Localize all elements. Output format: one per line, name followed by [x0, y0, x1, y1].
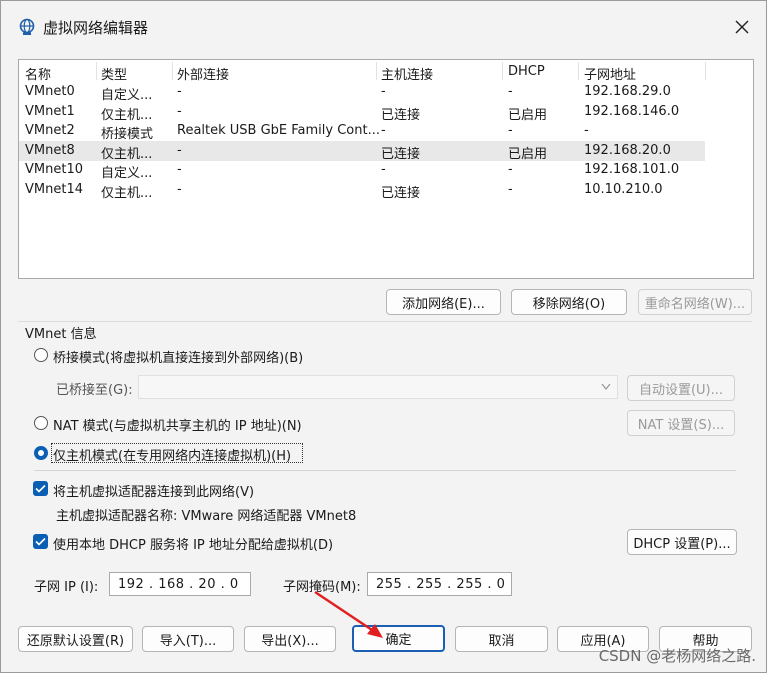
table-cell: - [381, 84, 386, 99]
connect-adapter-checkbox[interactable] [33, 481, 48, 496]
virtual-network-editor-window: 虚拟网络编辑器 名称 类型 外部连接 主机连接 DHCP 子网地址 VMnet0… [0, 0, 767, 673]
table-cell: VMnet8 [25, 142, 75, 158]
table-cell: - [177, 84, 182, 99]
table-cell: - [381, 123, 386, 138]
table-cell: 仅主机... [101, 146, 153, 162]
hostonly-label: 仅主机模式(在专用网络内连接虚拟机)(H) [53, 449, 292, 464]
adapter-name-text: 主机虚拟适配器名称: VMware 网络适配器 VMnet8 [56, 509, 357, 524]
column-header-type[interactable]: 类型 [101, 64, 127, 83]
column-header-external[interactable]: 外部连接 [177, 64, 229, 83]
table-cell: 192.168.29.0 [584, 84, 671, 99]
table-row[interactable]: VMnet0 自定义... - - - 192.168.29.0 [19, 82, 705, 103]
table-cell: 已连接 [381, 107, 421, 123]
column-header-subnet[interactable]: 子网地址 [584, 64, 636, 83]
checkmark-icon [35, 537, 46, 546]
bridged-label: 桥接模式(将虚拟机直接连接到外部网络)(B) [53, 351, 304, 366]
table-cell: 已连接 [381, 146, 421, 162]
table-cell: VMnet10 [25, 162, 83, 177]
table-row[interactable]: VMnet14 仅主机... - 已连接 - 10.10.210.0 [19, 180, 705, 201]
table-row[interactable]: VMnet1 仅主机... - 已连接 已启用 192.168.146.0 [19, 102, 705, 123]
title-bar: 虚拟网络编辑器 [1, 1, 766, 53]
window-title: 虚拟网络编辑器 [43, 19, 149, 37]
table-cell: - [508, 84, 513, 99]
dhcp-label: 使用本地 DHCP 服务将 IP 地址分配给虚拟机(D) [53, 538, 334, 553]
auto-settings-button[interactable]: 自动设置(U)... [627, 375, 735, 401]
cancel-button[interactable]: 取消 [455, 626, 548, 652]
table-cell: VMnet0 [25, 84, 75, 99]
add-network-button[interactable]: 添加网络(E)... [386, 289, 501, 315]
restore-defaults-button[interactable]: 还原默认设置(R) [18, 626, 133, 652]
table-cell: - [584, 123, 589, 138]
column-header-dhcp[interactable]: DHCP [508, 64, 545, 79]
nat-settings-button[interactable]: NAT 设置(S)... [627, 410, 735, 436]
network-list[interactable]: 名称 类型 外部连接 主机连接 DHCP 子网地址 VMnet0 自定义... - -… [18, 59, 754, 279]
connect-adapter-label: 将主机虚拟适配器连接到此网络(V) [53, 485, 255, 500]
table-row[interactable]: VMnet2 桥接模式 Realtek USB GbE Family Cont...… [19, 121, 705, 142]
table-cell: 192.168.101.0 [584, 162, 680, 177]
table-row[interactable]: VMnet8 仅主机... - 已连接 已启用 192.168.20.0 [19, 140, 705, 162]
table-cell: 仅主机... [101, 107, 153, 123]
table-cell: 192.168.146.0 [584, 103, 680, 119]
annotation-arrow-icon [314, 590, 383, 638]
table-cell: - [177, 142, 182, 158]
table-cell: - [508, 181, 513, 197]
table-cell: 192.168.20.0 [584, 142, 671, 158]
table-cell: VMnet2 [25, 123, 75, 138]
table-cell: - [381, 162, 386, 177]
table-cell: - [508, 162, 513, 177]
table-cell: 桥接模式 [101, 127, 154, 142]
table-cell: 自定义... [101, 166, 153, 181]
hostonly-radio[interactable] [34, 446, 48, 460]
table-cell: 自定义... [101, 88, 153, 103]
table-cell: - [177, 103, 182, 119]
table-cell: 已启用 [508, 146, 548, 162]
bridged-to-select[interactable] [138, 375, 618, 399]
column-header-host[interactable]: 主机连接 [381, 64, 433, 83]
nat-label: NAT 模式(与虚拟机共享主机的 IP 地址)(N) [53, 419, 302, 434]
table-row[interactable]: VMnet10 自定义... - - - 192.168.101.0 [19, 160, 705, 181]
bridged-radio[interactable] [34, 348, 48, 362]
nat-radio[interactable] [34, 416, 48, 430]
csdn-watermark: CSDN @老杨网络之路. [598, 647, 756, 665]
network-globe-icon [19, 18, 35, 35]
vmnet-info-title: VMnet 信息 [25, 327, 97, 342]
table-cell: - [177, 162, 182, 177]
dhcp-checkbox[interactable] [33, 534, 48, 549]
subnet-ip-input[interactable]: 192 . 168 . 20 . 0 [109, 572, 251, 596]
divider [34, 470, 736, 471]
table-cell: - [508, 123, 513, 138]
table-cell: Realtek USB GbE Family Cont... [177, 123, 380, 138]
subnet-ip-label: 子网 IP (I): [34, 580, 99, 595]
table-cell: VMnet1 [25, 103, 75, 119]
import-button[interactable]: 导入(T)... [142, 626, 234, 652]
table-cell: 仅主机... [101, 185, 153, 201]
rename-network-button[interactable]: 重命名网络(W)... [638, 289, 752, 315]
table-cell: 已连接 [381, 185, 421, 201]
close-icon [735, 20, 749, 34]
remove-network-button[interactable]: 移除网络(O) [511, 289, 627, 315]
list-header: 名称 类型 外部连接 主机连接 DHCP 子网地址 [19, 60, 753, 83]
table-cell: 10.10.210.0 [584, 181, 663, 197]
table-cell: - [177, 181, 182, 197]
dhcp-settings-button[interactable]: DHCP 设置(P)... [627, 529, 737, 555]
checkmark-icon [35, 484, 46, 493]
close-button[interactable] [721, 11, 763, 43]
bridged-to-label: 已桥接至(G): [56, 383, 133, 398]
table-cell: 已启用 [508, 107, 548, 123]
table-cell: VMnet14 [25, 181, 83, 197]
column-header-name[interactable]: 名称 [25, 64, 51, 83]
chevron-down-icon [601, 383, 611, 391]
